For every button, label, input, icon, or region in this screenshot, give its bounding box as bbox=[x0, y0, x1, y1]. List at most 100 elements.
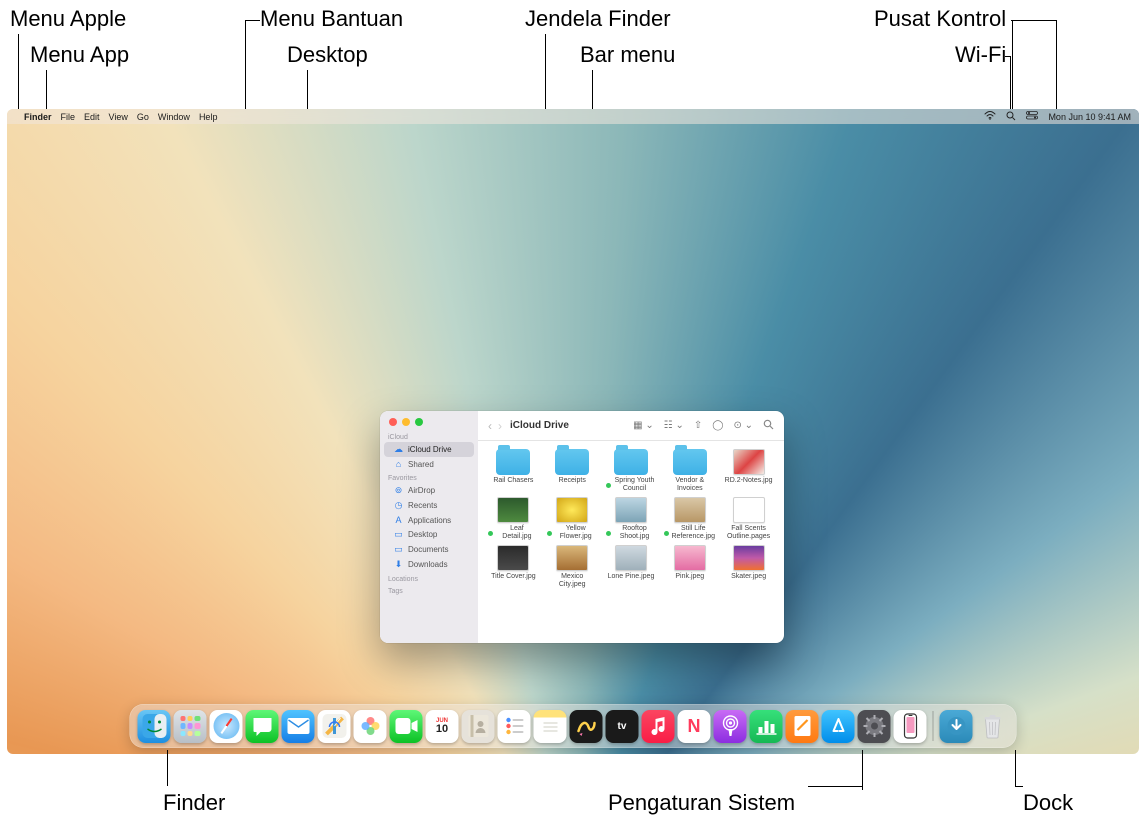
menu-edit[interactable]: Edit bbox=[84, 112, 100, 122]
dock-downloads[interactable] bbox=[940, 710, 973, 743]
finder-window: iCloud ☁ iCloud Drive ⌂SharedFavorites⊚AirD… bbox=[380, 411, 784, 643]
menu-window[interactable]: Window bbox=[158, 112, 190, 122]
sidebar-item-icon: ☁ bbox=[394, 444, 403, 455]
dock-finder[interactable] bbox=[138, 710, 171, 743]
dock-messages[interactable] bbox=[246, 710, 279, 743]
file-thumb bbox=[674, 497, 706, 523]
app-menu[interactable]: Finder bbox=[24, 112, 52, 122]
menu-view[interactable]: View bbox=[109, 112, 128, 122]
callout-finder: Finder bbox=[163, 790, 225, 816]
callout-desktop: Desktop bbox=[287, 42, 368, 68]
dock-appstore[interactable] bbox=[822, 710, 855, 743]
sidebar-item-icon: ⬇ bbox=[394, 559, 403, 570]
folder-icon bbox=[673, 449, 707, 475]
sidebar-item-label: Downloads bbox=[408, 560, 448, 569]
menu-help[interactable]: Help bbox=[199, 112, 218, 122]
dock-separator bbox=[933, 711, 934, 741]
search-icon[interactable] bbox=[763, 419, 774, 433]
dock-podcasts[interactable] bbox=[714, 710, 747, 743]
spotlight-icon[interactable] bbox=[1006, 111, 1016, 123]
file-item[interactable]: Vendor & Invoices bbox=[664, 449, 715, 493]
sidebar-item-recents[interactable]: ◷Recents bbox=[384, 498, 474, 513]
file-item[interactable]: Yellow Flower.jpg bbox=[547, 497, 598, 541]
dock-photos[interactable] bbox=[354, 710, 387, 743]
file-item[interactable]: Leaf Detail.jpg bbox=[488, 497, 539, 541]
tag-icon[interactable]: ◯ bbox=[712, 420, 723, 431]
share-icon[interactable]: ⇧ bbox=[694, 420, 702, 431]
sidebar-item-documents[interactable]: ▭ Documents bbox=[384, 542, 474, 557]
dock-notes[interactable] bbox=[534, 710, 567, 743]
desktop[interactable]: Finder File Edit View Go Window Help Mon… bbox=[7, 109, 1139, 754]
sidebar-section-label: iCloud bbox=[380, 430, 478, 442]
dock-news[interactable]: N bbox=[678, 710, 711, 743]
maximize-button[interactable] bbox=[415, 418, 423, 426]
file-item[interactable]: Mexico City.jpeg bbox=[547, 545, 598, 589]
file-item[interactable]: Receipts bbox=[547, 449, 598, 493]
file-item[interactable]: Rooftop Shoot.jpg bbox=[606, 497, 657, 541]
dock-freeform[interactable] bbox=[570, 710, 603, 743]
sidebar-item-downloads[interactable]: ⬇ Downloads bbox=[384, 557, 474, 572]
view-icons-icon[interactable]: ▦ ⌄ bbox=[633, 420, 654, 431]
file-item[interactable]: Fall Scents Outline.pages bbox=[723, 497, 774, 541]
file-thumb bbox=[733, 497, 765, 523]
sidebar-section-label: Locations bbox=[380, 572, 478, 584]
dock-maps[interactable] bbox=[318, 710, 351, 743]
dock-calendar[interactable]: JUN10 bbox=[426, 710, 459, 743]
minimize-button[interactable] bbox=[402, 418, 410, 426]
menu-go[interactable]: Go bbox=[137, 112, 149, 122]
close-button[interactable] bbox=[389, 418, 397, 426]
dock-numbers[interactable] bbox=[750, 710, 783, 743]
action-icon[interactable]: ⊙ ⌄ bbox=[733, 420, 753, 431]
sidebar-item-desktop[interactable]: ▭ Desktop bbox=[384, 527, 474, 542]
file-thumb bbox=[497, 497, 529, 523]
file-thumb bbox=[674, 545, 706, 571]
tag-dot-icon bbox=[547, 531, 552, 536]
dock-launchpad[interactable] bbox=[174, 710, 207, 743]
menu-file[interactable]: File bbox=[61, 112, 76, 122]
dock-tv[interactable]: tv bbox=[606, 710, 639, 743]
folder-icon bbox=[555, 449, 589, 475]
folder-icon bbox=[614, 449, 648, 475]
dock-iphone[interactable] bbox=[894, 710, 927, 743]
nav-back-icon[interactable]: ‹ bbox=[488, 419, 492, 433]
control-center-icon[interactable] bbox=[1026, 111, 1038, 122]
callout-menu-apple: Menu Apple bbox=[10, 6, 126, 32]
file-item[interactable]: Title Cover.jpg bbox=[488, 545, 539, 589]
file-item[interactable]: Spring Youth Council bbox=[606, 449, 657, 493]
sidebar-item-icon: ▭ bbox=[394, 529, 403, 540]
sidebar-item-label: Documents bbox=[408, 545, 448, 554]
nav-fwd-icon[interactable]: › bbox=[498, 419, 502, 433]
dock-music[interactable] bbox=[642, 710, 675, 743]
file-item[interactable]: Pink.jpeg bbox=[664, 545, 715, 589]
file-item[interactable]: RD.2-Notes.jpg bbox=[723, 449, 774, 493]
sidebar-item-label: iCloud Drive bbox=[408, 445, 452, 454]
sidebar-item-applications[interactable]: AApplications bbox=[384, 513, 474, 527]
dock-trash[interactable] bbox=[976, 710, 1009, 743]
file-label: Rooftop Shoot.jpg bbox=[606, 525, 657, 541]
sidebar-item-airdrop[interactable]: ⊚AirDrop bbox=[384, 483, 474, 498]
wifi-icon[interactable] bbox=[984, 111, 996, 122]
menubar-datetime[interactable]: Mon Jun 10 9:41 AM bbox=[1048, 112, 1131, 122]
file-item[interactable]: Lone Pine.jpeg bbox=[606, 545, 657, 589]
dock-contacts[interactable] bbox=[462, 710, 495, 743]
file-label: Rail Chasers bbox=[493, 477, 533, 485]
dock-safari[interactable] bbox=[210, 710, 243, 743]
sidebar-item-icon: ▭ bbox=[394, 544, 403, 555]
dock-mail[interactable] bbox=[282, 710, 315, 743]
callout-dock: Dock bbox=[1023, 790, 1073, 816]
sidebar-item-shared[interactable]: ⌂Shared bbox=[384, 457, 474, 471]
callout-jendela-finder: Jendela Finder bbox=[525, 6, 671, 32]
callout-wifi: Wi-Fi bbox=[955, 42, 1006, 68]
file-label: Fall Scents Outline.pages bbox=[723, 525, 774, 541]
sidebar-item-icloud-drive[interactable]: ☁ iCloud Drive bbox=[384, 442, 474, 457]
group-icon[interactable]: ☷ ⌄ bbox=[664, 420, 684, 431]
dock-pages[interactable] bbox=[786, 710, 819, 743]
file-item[interactable]: Still Life Reference.jpg bbox=[664, 497, 715, 541]
file-item[interactable]: Rail Chasers bbox=[488, 449, 539, 493]
dock-settings[interactable] bbox=[858, 710, 891, 743]
file-item[interactable]: Skater.jpeg bbox=[723, 545, 774, 589]
dock-facetime[interactable] bbox=[390, 710, 423, 743]
dock-reminders[interactable] bbox=[498, 710, 531, 743]
sidebar-item-label: Desktop bbox=[408, 530, 437, 539]
sidebar-section-label: Favorites bbox=[380, 471, 478, 483]
